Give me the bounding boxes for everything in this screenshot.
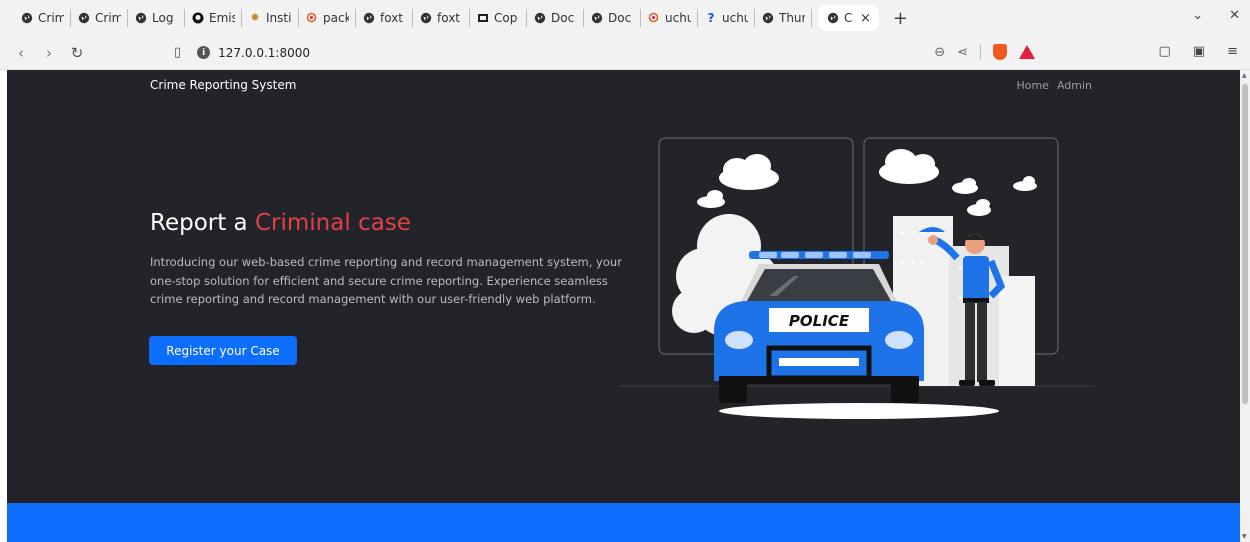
tab-label: foxt (380, 11, 404, 25)
sidebar-toggle-icon[interactable]: ▢ (1159, 44, 1171, 59)
github-icon (191, 11, 205, 25)
nav-link-admin[interactable]: Admin (1057, 79, 1092, 92)
address-actions: ⊖ ⋖ (934, 44, 1035, 60)
copy-icon (476, 11, 490, 25)
tab-label: Doc (551, 11, 575, 25)
browser-tab[interactable]: Cop (470, 6, 526, 30)
wallet-icon[interactable]: ▣ (1193, 44, 1205, 59)
footer-band (7, 503, 1240, 542)
close-window-icon[interactable]: ✕ (1229, 8, 1240, 23)
globe-icon (533, 11, 547, 25)
browser-tab[interactable]: foxt (413, 6, 469, 30)
search-shield-icon (305, 11, 319, 25)
scroll-thumb[interactable] (1242, 84, 1248, 404)
tab-label: Doc (608, 11, 632, 25)
brave-rewards-icon[interactable] (1019, 45, 1035, 59)
globe-icon (590, 11, 604, 25)
tab-label: Crim (95, 11, 121, 25)
globe-icon (20, 11, 34, 25)
question-icon: ? (707, 11, 715, 25)
site-brand[interactable]: Crime Reporting System (150, 78, 296, 92)
tab-label: uchu (722, 11, 748, 25)
tab-label: foxt (437, 11, 461, 25)
tab-separator (811, 9, 812, 27)
back-icon[interactable]: ‹ (14, 44, 28, 62)
police-illustration: POLICE (619, 137, 1094, 419)
divider (980, 44, 981, 60)
tab-label: Emis (209, 11, 235, 25)
new-tab-icon[interactable]: + (893, 8, 908, 29)
tab-list: Crim Crim Log Emis ✸ Insti pack foxt foxt Cop Doc D… (14, 6, 812, 30)
globe-icon (419, 11, 433, 25)
share-icon[interactable]: ⋖ (957, 45, 968, 60)
hero-description: Introducing our web-based crime reportin… (150, 255, 622, 306)
site-info-icon[interactable]: i (197, 46, 211, 59)
window-controls: ⌄ ✕ (1192, 8, 1240, 23)
crest-icon: ✸ (250, 11, 260, 24)
globe-icon (134, 11, 148, 25)
globe-icon (362, 11, 376, 25)
globe-icon (761, 11, 775, 25)
police-label: POLICE (789, 312, 850, 330)
tab-label: Thur (779, 11, 805, 25)
scroll-down-icon[interactable]: ▼ (1242, 533, 1247, 540)
tab-label: uchu (665, 11, 691, 25)
register-case-button[interactable]: Register your Case (149, 336, 297, 365)
tab-label: C (844, 11, 853, 25)
scroll-up-icon[interactable]: ▲ (1242, 72, 1247, 79)
tab-label: Log (152, 11, 174, 25)
page-content: Crime Reporting System Home Admin Report… (7, 70, 1240, 542)
globe-icon (826, 11, 840, 25)
browser-tab[interactable]: Crim (14, 6, 70, 30)
menu-icon[interactable]: ≡ (1227, 44, 1238, 59)
toolbar-right: ▢ ▣ ≡ (1159, 44, 1239, 59)
browser-tab[interactable]: ? uchu (698, 6, 754, 30)
close-icon[interactable]: × (860, 11, 871, 26)
reload-icon[interactable]: ↻ (70, 44, 84, 62)
browser-toolbar: ‹ › ↻ ▯ i 127.0.0.1:8000 ⊖ ⋖ ▢ ▣ ≡ (0, 36, 1250, 70)
address-bar[interactable]: 127.0.0.1:8000 (218, 46, 310, 60)
bookmark-icon[interactable]: ▯ (174, 45, 181, 60)
brave-shields-icon[interactable] (993, 44, 1007, 60)
hero-title-prefix: Report a (150, 210, 255, 236)
zoom-icon[interactable]: ⊖ (934, 45, 945, 60)
tab-label: Crim (38, 11, 64, 25)
browser-tab[interactable]: Doc (527, 6, 583, 30)
browser-tab[interactable]: pack (299, 6, 355, 30)
browser-tab[interactable]: Crim (71, 6, 127, 30)
tab-label: Cop (494, 11, 518, 25)
site-nav: Home Admin (1016, 79, 1092, 92)
tab-search-icon[interactable]: ⌄ (1192, 8, 1203, 23)
forward-icon[interactable]: › (42, 44, 56, 62)
browser-tab-bar: Crim Crim Log Emis ✸ Insti pack foxt foxt Cop Doc D… (0, 0, 1250, 36)
tab-label: pack (323, 11, 349, 25)
browser-tab[interactable]: Log (128, 6, 184, 30)
browser-tab[interactable]: foxt (356, 6, 412, 30)
tab-label: Insti (266, 11, 292, 25)
browser-tab[interactable]: Doc (584, 6, 640, 30)
hero-title-accent: Criminal case (254, 210, 411, 236)
browser-tab[interactable]: Thur (755, 6, 811, 30)
globe-icon (77, 11, 91, 25)
tab-active[interactable]: C × (818, 5, 879, 31)
nav-link-home[interactable]: Home (1016, 79, 1048, 92)
browser-tab[interactable]: ✸ Insti (242, 6, 298, 30)
browser-tab[interactable]: uchu (641, 6, 697, 30)
search-shield-icon (647, 11, 661, 25)
browser-tab[interactable]: Emis (185, 6, 241, 30)
page-scrollbar[interactable]: ▲ ▼ (1240, 70, 1250, 542)
hero-title: Report a Criminal case (150, 210, 411, 236)
